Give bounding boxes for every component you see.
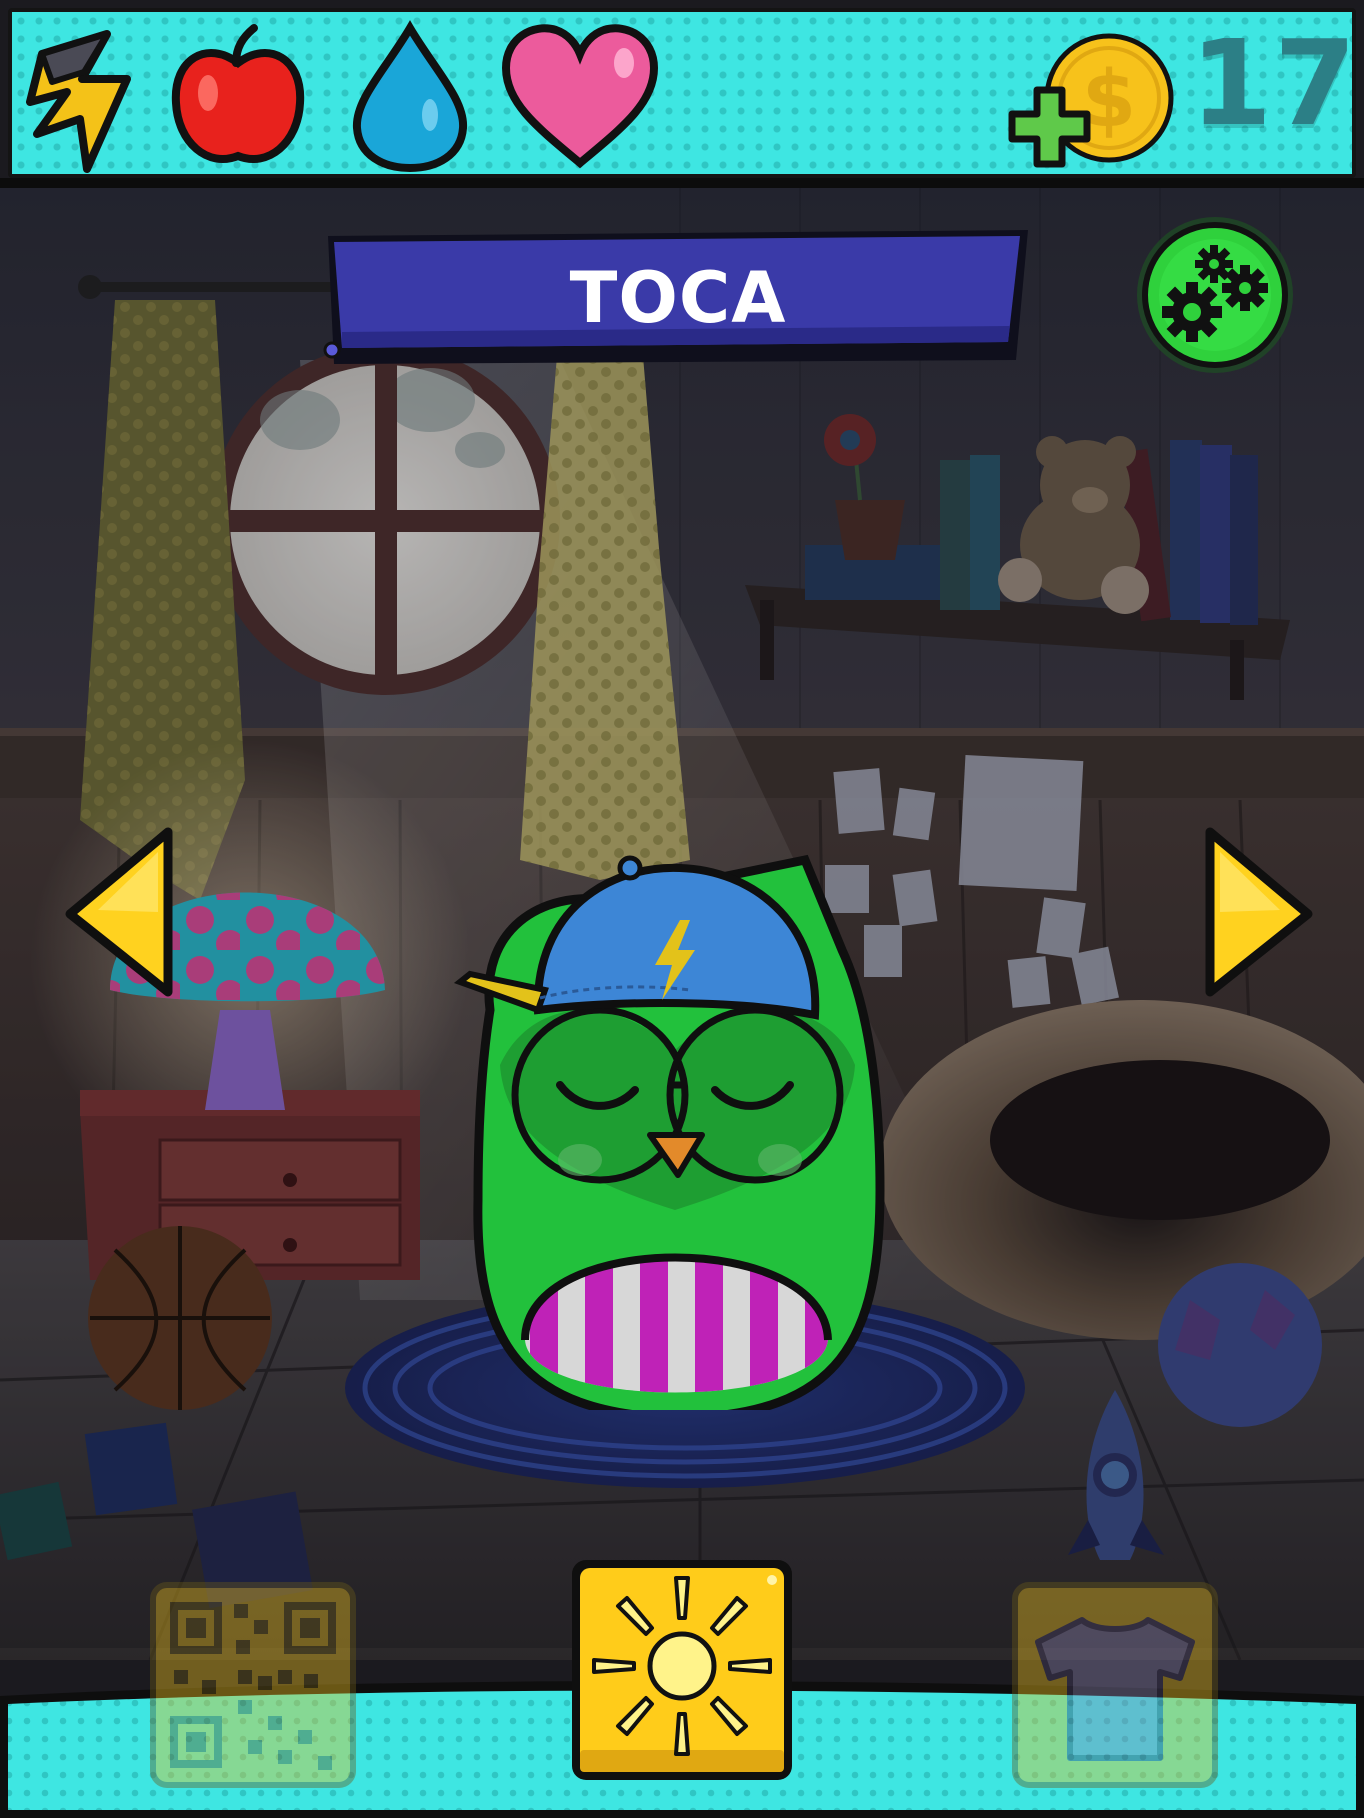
hunger-apple-icon[interactable] xyxy=(168,18,308,170)
tshirt-wardrobe-icon[interactable] xyxy=(1010,1580,1220,1790)
love-heart-icon[interactable] xyxy=(498,18,662,170)
add-coins-icon[interactable] xyxy=(1002,82,1102,174)
sun-light-icon xyxy=(592,1576,772,1756)
settings-button[interactable] xyxy=(1134,214,1296,376)
light-toggle-button[interactable] xyxy=(566,1554,798,1786)
arrow-right-icon[interactable] xyxy=(1190,822,1320,1002)
coin-count: 17 xyxy=(1190,14,1359,152)
arrow-left-icon[interactable] xyxy=(58,822,188,1002)
game-screen: $ 17 TOCA xyxy=(0,0,1364,1818)
energy-lightning-icon[interactable] xyxy=(12,24,142,174)
hud-border xyxy=(0,178,1364,188)
qr-code-icon[interactable] xyxy=(148,1580,358,1790)
pet-owl[interactable] xyxy=(450,850,900,1410)
thirst-water-drop-icon[interactable] xyxy=(345,20,475,172)
pet-name: TOCA xyxy=(569,257,787,339)
